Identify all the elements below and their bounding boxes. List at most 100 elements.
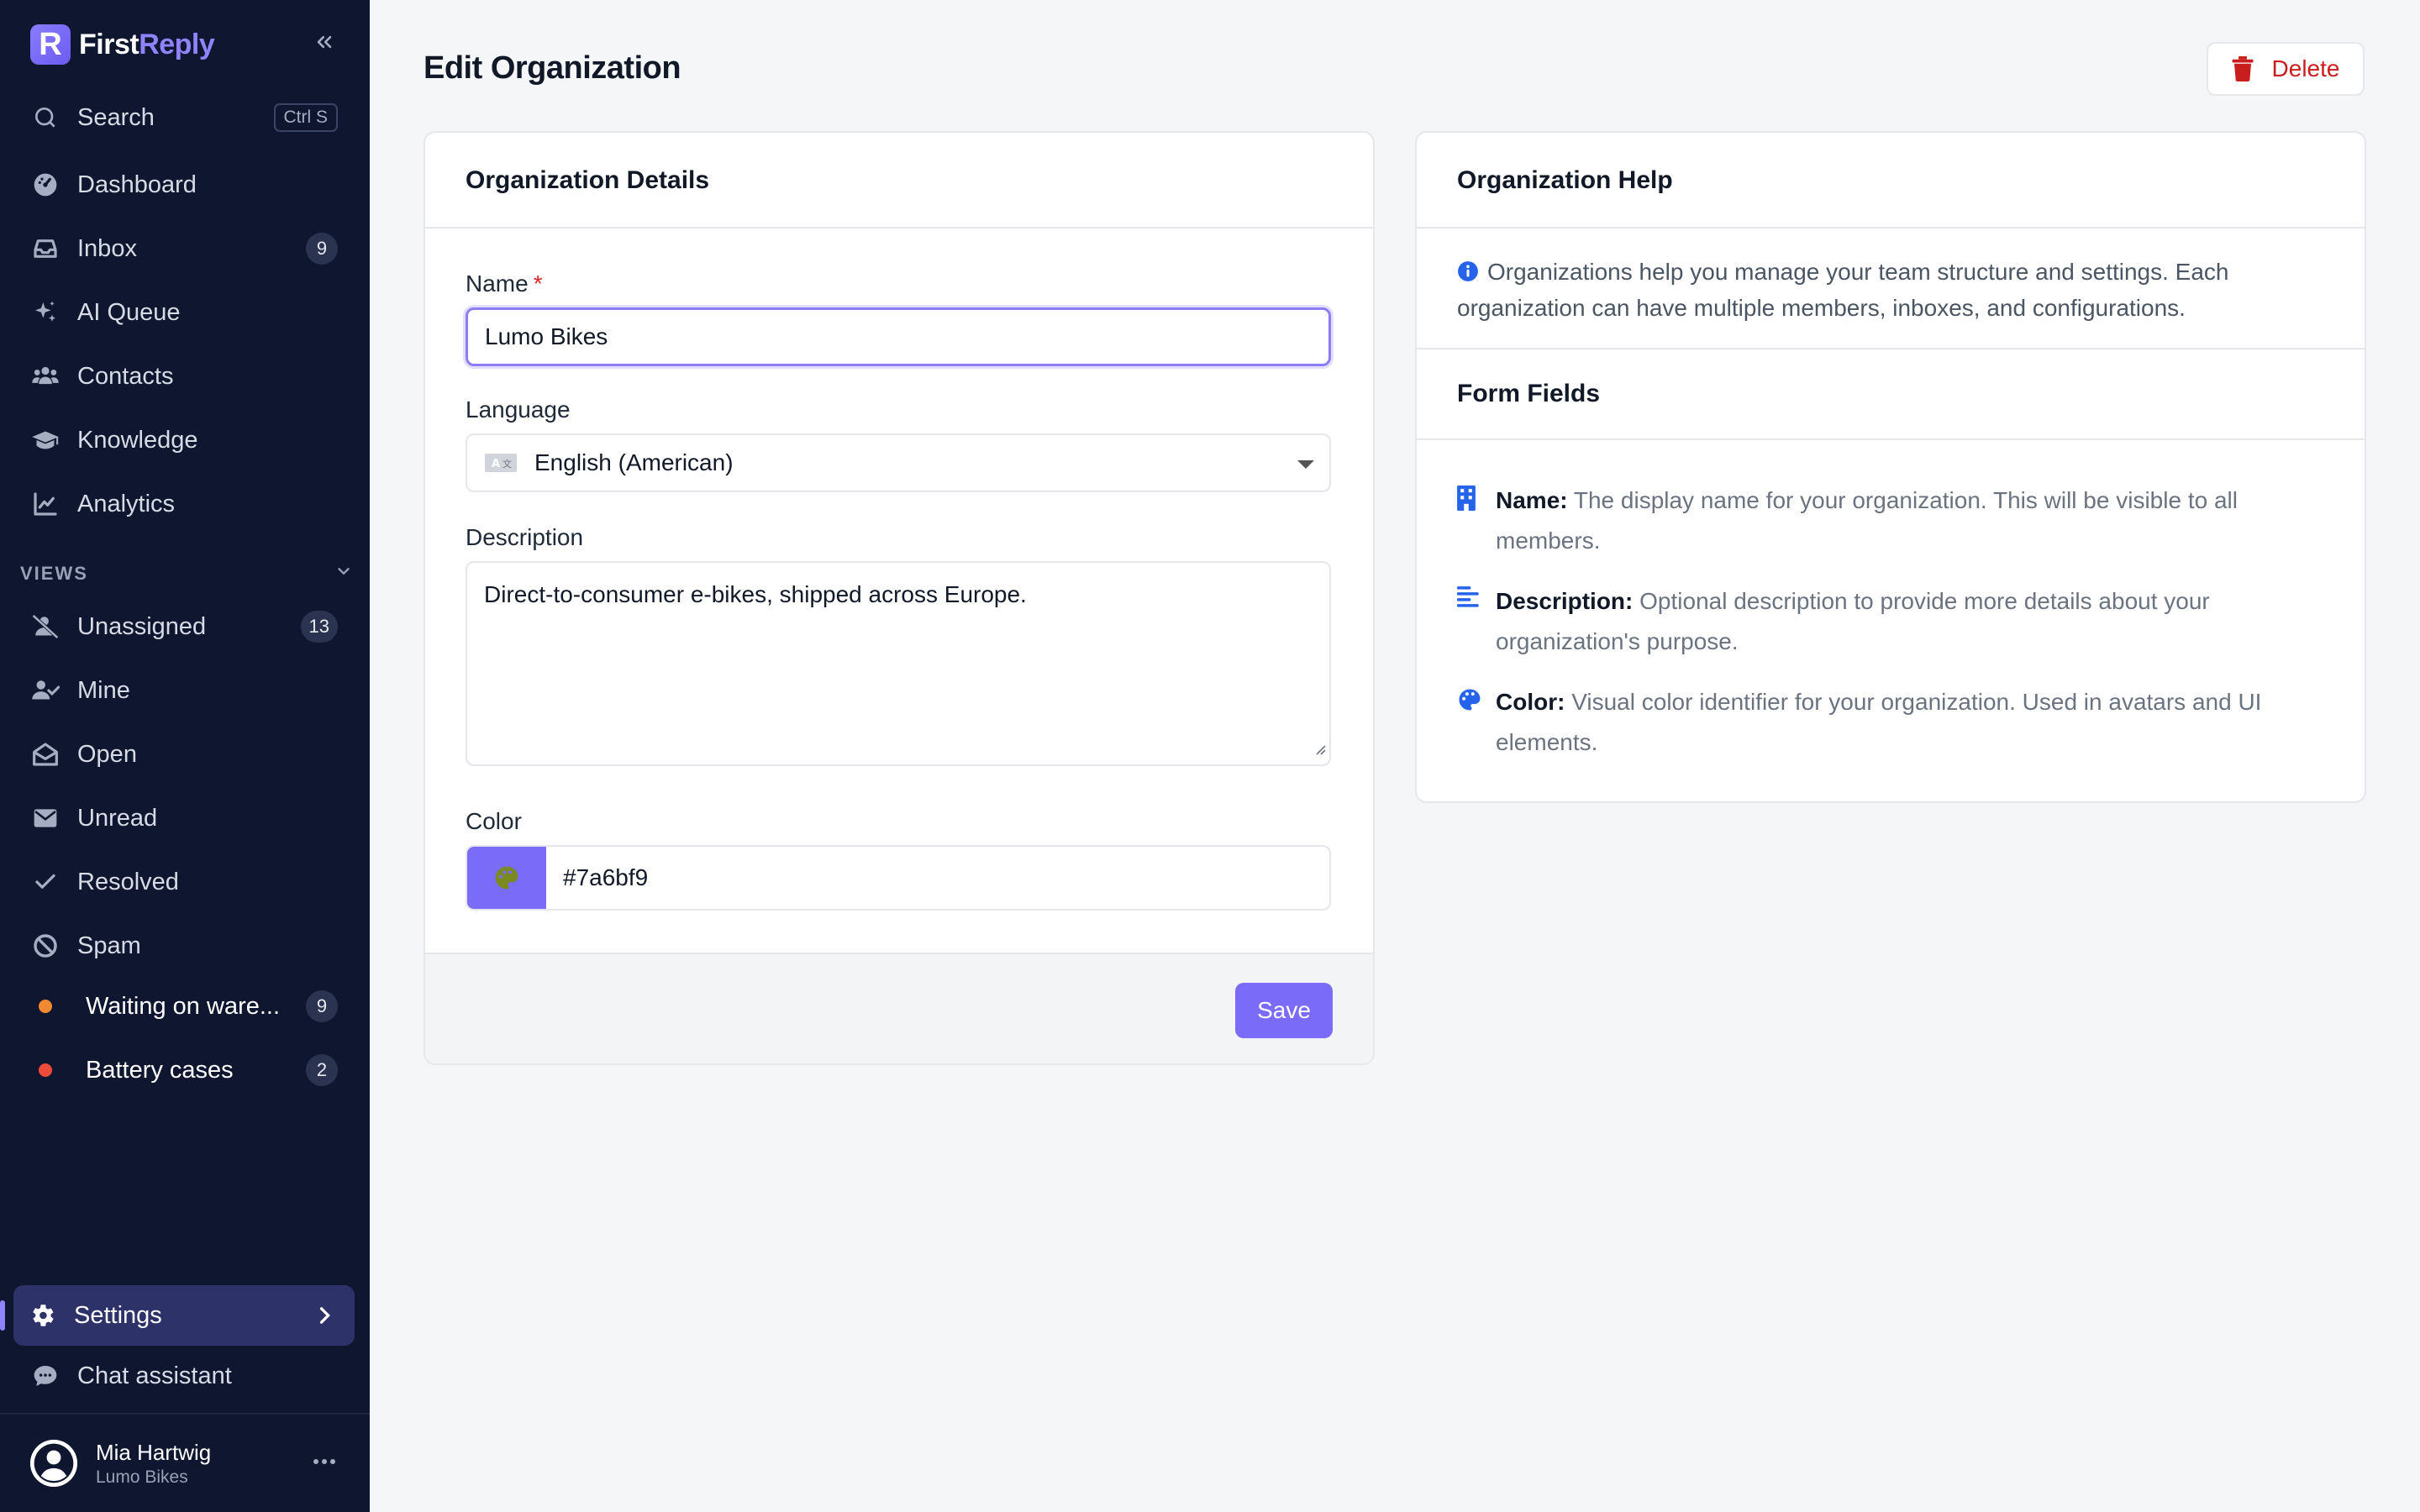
divider — [1417, 348, 2365, 349]
sidebar-item-inbox[interactable]: Inbox 9 — [17, 222, 353, 276]
sidebar-item-label: Resolved — [77, 868, 179, 895]
align-left-icon — [1457, 586, 1481, 662]
user-name: Mia Hartwig — [96, 1439, 212, 1465]
collapse-sidebar-button[interactable] — [308, 25, 341, 59]
sparkle-icon — [30, 297, 60, 328]
sidebar-item-spam[interactable]: Spam — [17, 919, 353, 973]
required-mark: * — [533, 270, 543, 297]
search-shortcut: Ctrl S — [273, 103, 338, 132]
language-icon: A文 — [484, 453, 518, 473]
check-icon — [30, 867, 60, 897]
chevron-right-icon — [313, 1304, 336, 1327]
sidebar-item-contacts[interactable]: Contacts — [17, 349, 353, 403]
sidebar-item-label: Analytics — [77, 490, 176, 517]
description-label: Description — [466, 524, 584, 550]
more-horizontal-icon — [313, 1459, 335, 1464]
color-hex-input[interactable]: #7a6bf9 — [546, 847, 1329, 909]
envelope-open-icon — [30, 739, 60, 769]
sidebar-search[interactable]: Search Ctrl S — [17, 91, 353, 144]
details-card-title: Organization Details — [466, 166, 710, 194]
sidebar-item-label: Waiting on ware... — [86, 992, 281, 1020]
status-dot — [39, 1000, 52, 1013]
ban-icon — [30, 931, 60, 961]
details-card-footer: Save — [425, 953, 1373, 1063]
sidebar-item-mine[interactable]: Mine — [17, 664, 353, 717]
help-intro: Organizations help you manage your team … — [1457, 255, 2314, 325]
brand[interactable]: R FirstReply — [30, 24, 215, 66]
user-profile[interactable]: Mia Hartwig Lumo Bikes — [30, 1436, 211, 1490]
sidebar-item-unread[interactable]: Unread — [17, 791, 353, 845]
description-value: Direct-to-consumer e-bikes, shipped acro… — [484, 581, 1027, 607]
color-swatch-button[interactable] — [467, 847, 546, 909]
views-section-toggle[interactable]: VIEWS — [20, 561, 353, 586]
chevron-down-icon — [334, 562, 353, 585]
resize-handle-icon[interactable] — [1313, 734, 1326, 761]
sidebar-item-waiting-on-warehouse[interactable]: Waiting on ware... 9 — [17, 979, 353, 1033]
sidebar-item-label: Inbox — [77, 234, 137, 262]
sidebar-item-battery-cases[interactable]: Battery cases 2 — [17, 1043, 353, 1097]
sidebar-item-open[interactable]: Open — [17, 727, 353, 781]
brand-name: FirstReply — [79, 28, 215, 61]
language-label: Language — [466, 396, 571, 423]
sidebar-item-resolved[interactable]: Resolved — [17, 855, 353, 909]
trash-icon — [2232, 56, 2254, 81]
sidebar-item-chat-assistant[interactable]: Chat assistant — [17, 1349, 353, 1403]
description-textarea[interactable]: Direct-to-consumer e-bikes, shipped acro… — [466, 561, 1331, 766]
gear-icon — [27, 1300, 57, 1331]
help-field-term: Description: — [1496, 588, 1634, 614]
sidebar-item-label: Battery cases — [86, 1056, 234, 1084]
help-field-text: Color: Visual color identifier for your … — [1496, 682, 2323, 763]
user-org: Lumo Bikes — [96, 1467, 188, 1487]
page-title: Edit Organization — [424, 50, 681, 86]
battery-cases-count-badge: 2 — [306, 1054, 338, 1086]
brand-accent: Reply — [139, 28, 215, 60]
contacts-icon — [30, 361, 60, 391]
help-field-color: Color: Visual color identifier for your … — [1457, 682, 2323, 763]
name-input[interactable]: Lumo Bikes — [466, 307, 1331, 366]
palette-icon — [1457, 687, 1481, 763]
sidebar-divider — [0, 1413, 370, 1415]
delete-button[interactable]: Delete — [2207, 42, 2365, 96]
search-icon — [30, 102, 60, 133]
help-field-name: Name: The display name for your organiza… — [1457, 480, 2323, 561]
brand-logo-icon: R — [30, 24, 71, 65]
palette-icon — [495, 866, 518, 890]
name-label: Name * — [466, 270, 543, 297]
help-field-description: Description: Optional description to pro… — [1457, 581, 2323, 662]
brand-prefix: First — [79, 28, 139, 60]
color-field: #7a6bf9 — [466, 845, 1331, 911]
sidebar-item-settings[interactable]: Settings — [13, 1285, 355, 1346]
sidebar-item-label: Unassigned — [77, 612, 207, 640]
envelope-icon — [30, 803, 60, 833]
help-intro-text: Organizations help you manage your team … — [1457, 259, 2229, 321]
user-menu-button[interactable] — [308, 1445, 341, 1478]
unassigned-count-badge: 13 — [300, 611, 338, 643]
language-value: English (American) — [534, 449, 734, 475]
chat-bubble-icon — [30, 1361, 60, 1391]
avatar — [30, 1440, 77, 1487]
building-icon — [1457, 486, 1481, 561]
language-select[interactable]: A文 English (American) — [466, 433, 1331, 492]
divider — [1417, 438, 2365, 440]
sidebar-item-label: Mine — [77, 676, 130, 704]
help-field-text: Description: Optional description to pro… — [1496, 581, 2323, 662]
inbox-count-badge: 9 — [306, 233, 338, 265]
divider — [1417, 227, 2365, 228]
sidebar-item-label: Spam — [77, 932, 141, 959]
sidebar-item-ai-queue[interactable]: AI Queue — [17, 286, 353, 339]
svg-text:文: 文 — [502, 458, 512, 470]
chevrons-left-icon — [317, 35, 332, 49]
sidebar-item-analytics[interactable]: Analytics — [17, 477, 353, 531]
form-fields-title: Form Fields — [1457, 380, 1601, 407]
help-field-description: The display name for your organization. … — [1496, 487, 2238, 554]
organization-details-card: Organization Details Name * Lumo Bikes La… — [424, 131, 1375, 1065]
sidebar-item-knowledge[interactable]: Knowledge — [17, 413, 353, 467]
sidebar-item-dashboard[interactable]: Dashboard — [17, 158, 353, 212]
sidebar-item-label: Settings — [74, 1301, 162, 1329]
caret-down-icon — [1297, 460, 1314, 469]
user-text: Mia Hartwig Lumo Bikes — [96, 1440, 211, 1488]
help-field-term: Name: — [1496, 487, 1568, 513]
sidebar-item-unassigned[interactable]: Unassigned 13 — [17, 600, 353, 654]
save-button[interactable]: Save — [1235, 983, 1333, 1038]
graduation-cap-icon — [30, 425, 60, 455]
